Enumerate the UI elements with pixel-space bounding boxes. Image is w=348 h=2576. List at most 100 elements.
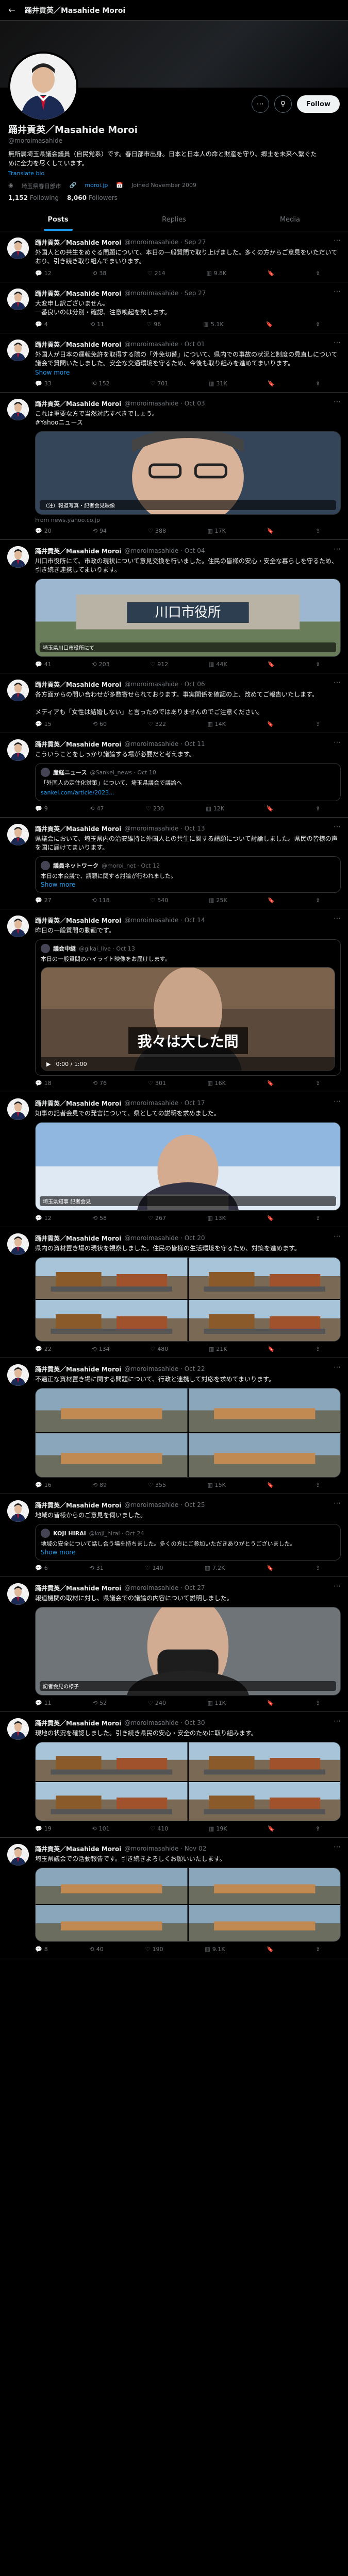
show-more-link[interactable]: Show more <box>35 369 341 376</box>
back-arrow-icon[interactable]: ← <box>6 5 18 16</box>
video-player[interactable]: 我々は大した問 ▶ 0:00 / 1:00 <box>41 967 335 1071</box>
bookmark-icon[interactable]: 🔖 <box>268 270 275 277</box>
tweet[interactable]: ⋯ 踊井貢英／Masahide Moroi @moroimasahide · Oct… <box>0 1577 348 1712</box>
tab-media[interactable]: Media <box>232 209 348 231</box>
views-action[interactable]: ▥ 19K <box>209 1825 227 1832</box>
retweet-action[interactable]: ⟲ 76 <box>93 1080 107 1087</box>
tweet-author-name[interactable]: 踊井貢英／Masahide Moroi <box>35 1365 121 1374</box>
tweet-avatar[interactable] <box>7 399 29 420</box>
tweet[interactable]: ⋯ 踊井貢英／Masahide Moroi @moroimasahide · Nov… <box>0 1838 348 1958</box>
tweet-author-name[interactable]: 踊井貢英／Masahide Moroi <box>35 289 121 298</box>
quoted-link[interactable]: sankei.com/article/2023... <box>41 789 335 796</box>
reply-action[interactable]: 💬 8 <box>35 1946 48 1953</box>
show-more-link[interactable]: Show more <box>41 1549 335 1556</box>
tweet-avatar[interactable] <box>7 1844 29 1866</box>
show-more-link[interactable]: Show more <box>41 881 335 888</box>
like-action[interactable]: ♡ 230 <box>146 805 164 812</box>
bookmark-icon[interactable]: 🔖 <box>267 1215 274 1222</box>
retweet-action[interactable]: ⟲ 152 <box>92 380 109 387</box>
tweet-avatar[interactable] <box>7 1233 29 1255</box>
tweet-media-grid[interactable] <box>35 1257 341 1342</box>
reply-action[interactable]: 💬 4 <box>35 321 48 328</box>
media-image[interactable] <box>36 1300 188 1341</box>
like-action[interactable]: ♡ 240 <box>148 1700 166 1706</box>
tweet[interactable]: ⋯ 踊井貢英／Masahide Moroi @moroimasahide · Oct… <box>0 540 348 673</box>
media-image[interactable] <box>188 1300 340 1341</box>
views-action[interactable]: ▥ 9.1K <box>205 1946 225 1953</box>
tweet-author-name[interactable]: 踊井貢英／Masahide Moroi <box>35 238 121 247</box>
share-icon[interactable]: ⇪ <box>316 1215 320 1222</box>
more-icon[interactable]: ⋯ <box>334 914 341 923</box>
share-icon[interactable]: ⇪ <box>316 1565 320 1571</box>
reply-action[interactable]: 💬 19 <box>35 1825 52 1832</box>
tweet[interactable]: ⋯ 踊井貢英／Masahide Moroi @moroimasahide · Sep… <box>0 282 348 333</box>
bookmark-icon[interactable]: 🔖 <box>267 1700 274 1706</box>
views-action[interactable]: ▥ 12K <box>206 805 224 812</box>
tweet-avatar[interactable] <box>7 1364 29 1386</box>
tweet-avatar[interactable] <box>7 739 29 761</box>
tweet-author-name[interactable]: 踊井貢英／Masahide Moroi <box>35 1234 121 1243</box>
more-icon[interactable]: ⋯ <box>334 1717 341 1725</box>
translate-bio-link[interactable]: Translate bio <box>8 170 340 177</box>
tab-replies[interactable]: Replies <box>116 209 232 231</box>
bookmark-icon[interactable]: 🔖 <box>267 528 274 534</box>
followers-stat[interactable]: 8,060 Followers <box>67 194 118 201</box>
share-icon[interactable]: ⇪ <box>316 1825 320 1832</box>
play-icon[interactable]: ▶ <box>46 1061 51 1067</box>
share-icon[interactable]: ⇪ <box>316 321 320 328</box>
retweet-action[interactable]: ⟲ 94 <box>93 528 107 534</box>
tweet-avatar[interactable] <box>7 340 29 361</box>
views-action[interactable]: ▥ 14K <box>207 721 226 727</box>
media-image[interactable] <box>188 1782 340 1821</box>
retweet-action[interactable]: ⟲ 40 <box>90 1946 104 1953</box>
tweet-media[interactable]: 埼玉県知事 記者会見 <box>35 1122 341 1211</box>
tweet-media[interactable]: 川口市役所 埼玉県川口市役所にて <box>35 579 341 657</box>
media-image[interactable] <box>36 1258 188 1299</box>
media-image[interactable] <box>36 1388 188 1432</box>
tweet-author-name[interactable]: 踊井貢英／Masahide Moroi <box>35 916 121 925</box>
tweet-author-name[interactable]: 踊井貢英／Masahide Moroi <box>35 824 121 833</box>
reply-action[interactable]: 💬 16 <box>35 1482 52 1488</box>
tweet[interactable]: ⋯ 踊井貢英／Masahide Moroi @moroimasahide · Oct… <box>0 1092 348 1227</box>
reply-action[interactable]: 💬 41 <box>35 661 52 668</box>
tweet-media[interactable]: 記者会見の様子 <box>35 1607 341 1696</box>
retweet-action[interactable]: ⟲ 31 <box>90 1565 104 1571</box>
tweet-author-name[interactable]: 踊井貢英／Masahide Moroi <box>35 1584 121 1592</box>
share-icon[interactable]: ⇪ <box>316 805 320 812</box>
like-action[interactable]: ♡ 190 <box>145 1946 163 1953</box>
media-image[interactable] <box>188 1868 340 1904</box>
tweet-media[interactable]: （注）報道写真・記者会見映像 <box>35 431 341 515</box>
like-action[interactable]: ♡ 214 <box>147 270 165 277</box>
like-action[interactable]: ♡ 388 <box>148 528 166 534</box>
tweet-avatar[interactable] <box>7 1500 29 1522</box>
quoted-author-name[interactable]: KOJI HIRAI <box>53 1530 86 1537</box>
views-action[interactable]: ▥ 5.1K <box>203 321 223 328</box>
views-action[interactable]: ▥ 13K <box>207 1215 226 1222</box>
more-icon[interactable]: ⋯ <box>334 1097 341 1106</box>
follow-button[interactable]: Follow <box>296 95 340 113</box>
tweet-media-grid[interactable] <box>35 1868 341 1942</box>
share-icon[interactable]: ⇪ <box>316 270 320 277</box>
bookmark-icon[interactable]: 🔖 <box>268 1825 275 1832</box>
tweet[interactable]: ⋯ 踊井貢英／Masahide Moroi @moroimasahide · Oct… <box>0 1494 348 1577</box>
tweet[interactable]: ⋯ 踊井貢英／Masahide Moroi @moroimasahide · Oct… <box>0 818 348 909</box>
quoted-tweet[interactable]: 議会中継 @gikai_live · Oct 13 本日の一般質問のハイライト映像を… <box>35 939 341 1076</box>
more-icon[interactable]: ⋯ <box>334 545 341 553</box>
link-source[interactable]: From news.yahoo.co.jp <box>35 517 341 523</box>
reply-action[interactable]: 💬 33 <box>35 380 52 387</box>
media-image[interactable] <box>36 1905 188 1941</box>
reply-action[interactable]: 💬 12 <box>35 1215 52 1222</box>
tweet[interactable]: ⋯ 踊井貢英／Masahide Moroi @moroimasahide · Sep… <box>0 231 348 282</box>
views-action[interactable]: ▥ 15K <box>207 1482 226 1488</box>
share-icon[interactable]: ⇪ <box>316 1946 320 1953</box>
views-action[interactable]: ▥ 9.8K <box>206 270 226 277</box>
tweet[interactable]: ⋯ 踊井貢英／Masahide Moroi @moroimasahide · Oct… <box>0 733 348 818</box>
bookmark-icon[interactable]: 🔖 <box>268 897 275 904</box>
like-action[interactable]: ♡ 355 <box>148 1482 166 1488</box>
share-icon[interactable]: ⇪ <box>316 721 320 727</box>
more-icon[interactable]: ⋯ <box>334 823 341 831</box>
quoted-author-name[interactable]: 議員ネットワーク <box>53 861 98 870</box>
views-action[interactable]: ▥ 7.2K <box>205 1565 225 1571</box>
media-image[interactable] <box>41 968 335 1071</box>
tweet-author-name[interactable]: 踊井貢英／Masahide Moroi <box>35 1501 121 1510</box>
